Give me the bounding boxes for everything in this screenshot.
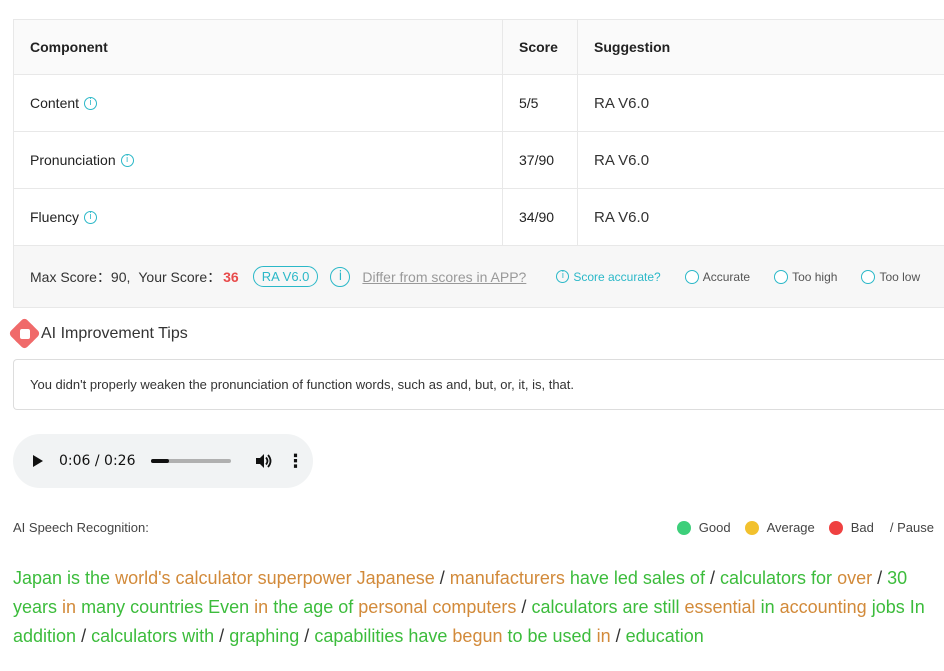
legend-bad: Bad bbox=[828, 520, 874, 535]
transcript-word: have led sales of bbox=[569, 568, 705, 588]
good-dot-icon bbox=[676, 520, 691, 535]
transcript-word: / bbox=[439, 568, 445, 588]
component-name: Fluency bbox=[30, 209, 80, 225]
score-accurate-question: i Score accurate? bbox=[556, 269, 661, 284]
legend-pause: / Pause bbox=[889, 520, 934, 535]
audio-player: 0:06 / 0:26 ⋮ bbox=[13, 434, 313, 488]
your-score-value: 36 bbox=[223, 268, 239, 285]
info-icon[interactable]: i bbox=[84, 210, 98, 224]
score-table: Component Score Suggestion Content i 5/5… bbox=[13, 19, 944, 308]
transcript-word: many countries Even bbox=[81, 597, 250, 617]
play-icon[interactable] bbox=[33, 455, 43, 467]
audio-progress-fill bbox=[150, 459, 169, 463]
max-score-label: Max Score：90, bbox=[30, 268, 131, 285]
component-score: 37/90 bbox=[503, 132, 578, 188]
transcript-word: in bbox=[596, 626, 611, 646]
legend-label: Good bbox=[698, 520, 731, 535]
radio-circle[interactable] bbox=[774, 269, 789, 284]
transcript-word: the age of bbox=[273, 597, 354, 617]
header-suggestion: Suggestion bbox=[594, 39, 671, 55]
transcript-word: / bbox=[81, 626, 87, 646]
audio-progress-bar[interactable] bbox=[150, 459, 231, 463]
radio-circle[interactable] bbox=[861, 269, 876, 284]
transcript-word: calculators are still bbox=[531, 597, 680, 617]
radio-label: Too high bbox=[792, 269, 838, 284]
component-score: 5/5 bbox=[503, 75, 578, 131]
transcript-word: over bbox=[837, 568, 873, 588]
score-summary: Max Score：90, Your Score： 36 RA V6.0 i D… bbox=[14, 246, 944, 307]
transcript-word: in bbox=[760, 597, 775, 617]
component-name: Content bbox=[30, 95, 80, 111]
transcript-word: / bbox=[219, 626, 225, 646]
transcript-word: Japan is the bbox=[13, 568, 111, 588]
component-suggestion: RA V6.0 bbox=[594, 94, 650, 112]
your-score-label: Your Score： bbox=[138, 268, 222, 285]
transcript-word: / bbox=[877, 568, 883, 588]
tips-title: AI Improvement Tips bbox=[41, 324, 188, 342]
transcript-word: in bbox=[62, 597, 77, 617]
transcript-word: in bbox=[254, 597, 269, 617]
average-dot-icon bbox=[744, 520, 759, 535]
table-header: Component Score Suggestion bbox=[14, 20, 944, 75]
tips-heading: AI Improvement Tips bbox=[13, 322, 188, 345]
tips-box: You didn't properly weaken the pronuncia… bbox=[13, 359, 944, 410]
transcript-word: graphing bbox=[229, 626, 300, 646]
info-icon[interactable]: i bbox=[84, 96, 98, 110]
transcript-word: manufacturers bbox=[449, 568, 565, 588]
info-icon[interactable]: i bbox=[120, 153, 134, 167]
transcript-word: essential bbox=[684, 597, 756, 617]
radio-label: Too low bbox=[879, 269, 921, 284]
transcript-word: / bbox=[521, 597, 527, 617]
transcript-word: calculators with bbox=[91, 626, 215, 646]
radio-circle[interactable] bbox=[684, 269, 699, 284]
speech-recognition-label: AI Speech Recognition: bbox=[13, 520, 149, 535]
transcript-word: accounting bbox=[779, 597, 867, 617]
volume-icon[interactable] bbox=[255, 453, 273, 469]
legend-good: Good bbox=[676, 520, 731, 535]
differ-link[interactable]: Differ from scores in APP? bbox=[362, 269, 526, 285]
legend-average: Average bbox=[744, 520, 815, 535]
transcript-word: / bbox=[709, 568, 715, 588]
info-icon[interactable]: i bbox=[330, 266, 351, 287]
transcript-word: education bbox=[625, 626, 704, 646]
transcript-word: capabilities have bbox=[314, 626, 448, 646]
transcript-word: personal computers bbox=[358, 597, 517, 617]
radio-too-low[interactable]: Too low bbox=[861, 269, 921, 284]
audio-time: 0:06 / 0:26 bbox=[59, 453, 136, 469]
component-suggestion: RA V6.0 bbox=[594, 151, 650, 169]
version-badge[interactable]: RA V6.0 bbox=[252, 266, 319, 287]
bad-dot-icon bbox=[828, 520, 843, 535]
legend-label: Bad bbox=[850, 520, 874, 535]
legend-label: Average bbox=[766, 520, 815, 535]
radio-accurate[interactable]: Accurate bbox=[684, 269, 751, 284]
transcript-word: begun bbox=[452, 626, 503, 646]
component-suggestion: RA V6.0 bbox=[594, 208, 650, 226]
transcript-word: superpower Japanese bbox=[257, 568, 435, 588]
more-options-icon[interactable]: ⋮ bbox=[287, 452, 305, 470]
tips-text: You didn't properly weaken the pronuncia… bbox=[30, 377, 575, 392]
table-row: Content i 5/5 RA V6.0 bbox=[14, 75, 944, 132]
info-icon: i bbox=[556, 270, 570, 283]
transcript-word: calculators for bbox=[720, 568, 833, 588]
component-name: Pronunciation bbox=[30, 152, 116, 168]
score-accurate-label: Score accurate? bbox=[573, 269, 661, 284]
table-row: Fluency i 34/90 RA V6.0 bbox=[14, 189, 944, 246]
recognition-legend: Good Average Bad / Pause bbox=[663, 520, 934, 535]
transcript-word: / bbox=[615, 626, 621, 646]
transcript-word: to be used bbox=[507, 626, 592, 646]
table-row: Pronunciation i 37/90 RA V6.0 bbox=[14, 132, 944, 189]
radio-label: Accurate bbox=[702, 269, 751, 284]
component-score: 34/90 bbox=[503, 189, 578, 245]
transcript-word: / bbox=[304, 626, 310, 646]
header-component: Component bbox=[14, 20, 503, 74]
transcript-text: Japan is the world's calculator superpow… bbox=[13, 564, 943, 651]
header-score: Score bbox=[503, 20, 578, 74]
tips-badge-icon bbox=[13, 322, 36, 345]
transcript-word: world's calculator bbox=[115, 568, 253, 588]
radio-too-high[interactable]: Too high bbox=[774, 269, 838, 284]
